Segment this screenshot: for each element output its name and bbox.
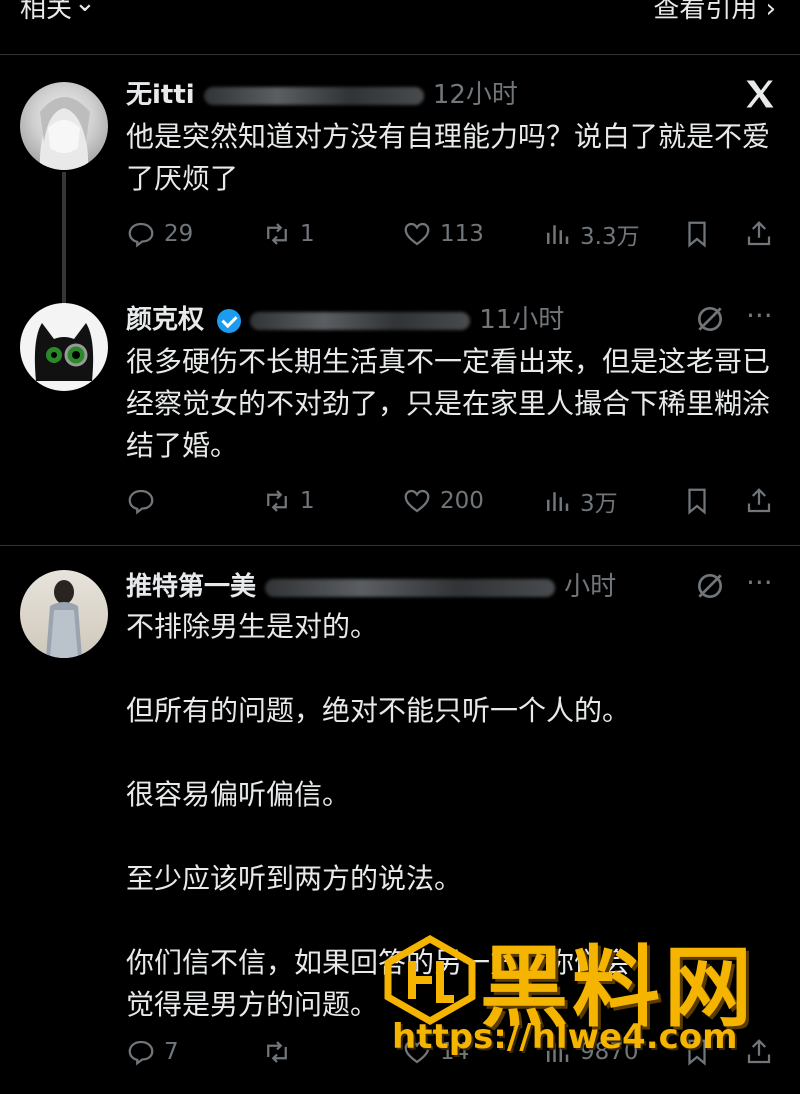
reply-button[interactable] bbox=[126, 481, 164, 521]
share-icon bbox=[747, 221, 771, 246]
more-icon[interactable]: ··· bbox=[746, 299, 773, 332]
views-count: 3.3万 bbox=[580, 224, 640, 250]
tweet-1[interactable]: 无itti 12小时 他是突然知道对方没有自理能力吗？说白了就是不爱了厌烦了 2… bbox=[0, 60, 800, 352]
tweet-time[interactable]: 11小时 bbox=[479, 305, 564, 335]
watermark: 黑料网 https://hlwe4.com bbox=[380, 925, 790, 1065]
like-icon bbox=[404, 489, 430, 513]
retweet-count: 1 bbox=[300, 221, 315, 247]
retweet-icon bbox=[267, 490, 287, 512]
reply-count: 7 bbox=[164, 1039, 179, 1065]
view-quotes-label: 查看引用 bbox=[653, 0, 758, 24]
reply-count: 29 bbox=[164, 221, 194, 247]
views-count: 3万 bbox=[580, 491, 618, 517]
more-icon[interactable]: ··· bbox=[746, 566, 773, 599]
bookmark-icon bbox=[688, 488, 706, 515]
reply-icon bbox=[128, 1040, 154, 1066]
retweet-icon bbox=[267, 1041, 287, 1063]
retweet-count: 1 bbox=[300, 488, 315, 514]
like-count: 113 bbox=[440, 221, 484, 247]
retweet-button[interactable] bbox=[262, 1032, 300, 1072]
avatar-cat-icon bbox=[34, 323, 94, 381]
views-icon bbox=[547, 492, 569, 511]
author-name[interactable]: 颜克权 bbox=[126, 305, 204, 335]
bookmark-button[interactable] bbox=[682, 481, 720, 521]
tweet-actions: 1 200 3万 bbox=[126, 481, 776, 521]
reply-icon bbox=[128, 222, 154, 248]
bookmark-button[interactable] bbox=[682, 214, 720, 254]
blurred-handle bbox=[265, 578, 556, 597]
like-button[interactable]: 200 bbox=[402, 481, 484, 521]
like-icon bbox=[404, 222, 430, 246]
chevron-down-icon[interactable]: ⌄ bbox=[74, 0, 96, 18]
share-button[interactable] bbox=[744, 481, 782, 521]
watermark-logo-icon bbox=[380, 934, 480, 1026]
views-icon bbox=[547, 225, 569, 244]
tweet-time[interactable]: 小时 bbox=[564, 572, 616, 602]
watermark-url: https://hlwe4.com bbox=[392, 1017, 738, 1057]
share-button[interactable] bbox=[744, 214, 782, 254]
tweet-text: 很多硬伤不长期生活真不一定看出来，但是这老哥已经察觉女的不对劲了，只是在家里人撮… bbox=[126, 345, 771, 462]
tweet-time[interactable]: 12小时 bbox=[433, 80, 518, 110]
like-count: 200 bbox=[440, 488, 484, 514]
tweet-actions: 29 1 113 3.3万 bbox=[126, 214, 776, 254]
top-bar: 相关 ⌄ 查看引用 › bbox=[0, 0, 800, 55]
reply-button[interactable]: 7 bbox=[126, 1032, 179, 1072]
tweet-header: 无itti 12小时 bbox=[126, 74, 518, 111]
author-name[interactable]: 无itti bbox=[126, 80, 195, 110]
grok-icon[interactable] bbox=[694, 303, 726, 339]
tweet-2[interactable]: 颜克权 11小时 ··· 很多硬伤不长期生活真不一定看出来，但是这老哥已经察觉女… bbox=[0, 285, 800, 545]
related-label[interactable]: 相关 bbox=[20, 0, 72, 25]
tweet-header: 颜克权 11小时 bbox=[126, 299, 564, 336]
reply-button[interactable]: 29 bbox=[126, 214, 193, 254]
reply-icon bbox=[128, 489, 154, 515]
views-button[interactable]: 3.3万 bbox=[542, 214, 640, 254]
tweet-header: 推特第一美 小时 bbox=[126, 566, 616, 603]
retweet-button[interactable]: 1 bbox=[262, 214, 315, 254]
bookmark-icon bbox=[688, 221, 706, 248]
retweet-button[interactable]: 1 bbox=[262, 481, 315, 521]
retweet-icon bbox=[267, 223, 287, 245]
verified-badge-icon bbox=[217, 308, 242, 333]
blurred-handle bbox=[203, 86, 424, 105]
like-button[interactable]: 113 bbox=[402, 214, 484, 254]
avatar[interactable] bbox=[20, 303, 108, 391]
x-logo-icon[interactable] bbox=[742, 76, 778, 116]
views-button[interactable]: 3万 bbox=[542, 481, 618, 521]
share-icon bbox=[747, 488, 771, 513]
avatar-anime-icon bbox=[39, 97, 90, 170]
blurred-handle bbox=[250, 311, 471, 330]
avatar[interactable] bbox=[20, 82, 108, 170]
author-name[interactable]: 推特第一美 bbox=[126, 572, 256, 602]
view-quotes-link[interactable]: 查看引用 › bbox=[653, 0, 776, 25]
tweet-text: 他是突然知道对方没有自理能力吗？说白了就是不爱了厌烦了 bbox=[126, 120, 771, 195]
grok-icon[interactable] bbox=[694, 570, 726, 606]
avatar-photo-icon bbox=[46, 580, 82, 658]
avatar[interactable] bbox=[20, 570, 108, 658]
